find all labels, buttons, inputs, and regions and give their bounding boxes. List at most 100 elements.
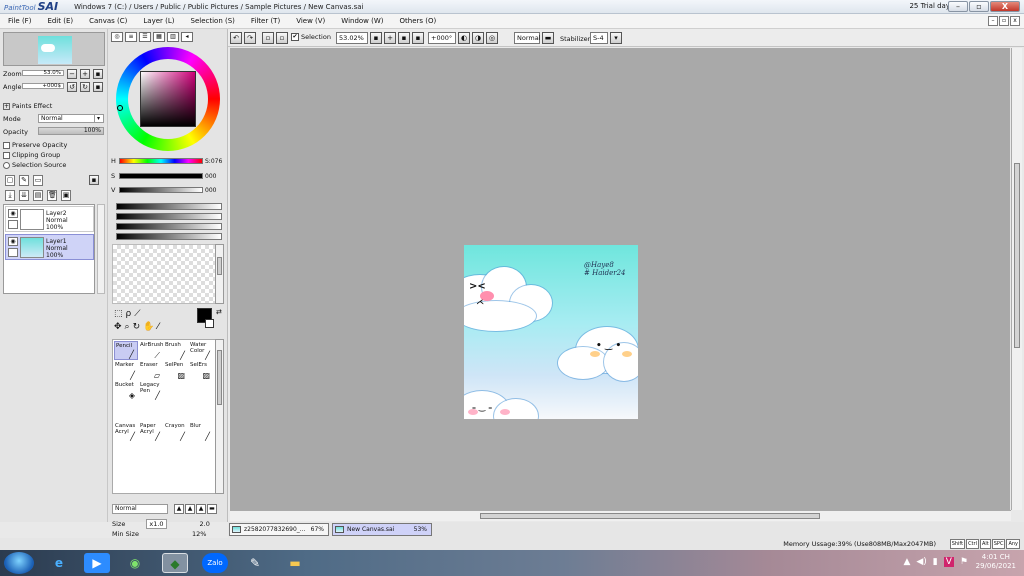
- tool-crayon[interactable]: Crayon ╱: [164, 422, 188, 441]
- canvas-area[interactable]: >< ⋌ • ‿ • – ‿ – @Haye8 # Haider24: [230, 48, 1010, 510]
- rect-select-icon[interactable]: ⬚: [114, 309, 123, 319]
- selection-source-radio[interactable]: Selection Source: [3, 161, 66, 169]
- angle-field[interactable]: +000°: [428, 32, 456, 44]
- rotate-left-button[interactable]: ↺: [67, 82, 77, 92]
- tool-legacy-pen[interactable]: Legacy Pen ╱: [139, 381, 163, 400]
- value-slider[interactable]: [119, 187, 203, 193]
- network-icon[interactable]: ▮: [933, 557, 938, 567]
- zoom-app-icon[interactable]: ▶: [84, 553, 110, 573]
- painttool-sai-taskbar-icon[interactable]: ◆: [162, 553, 188, 573]
- transfer-down-icon[interactable]: ⤓: [5, 190, 15, 201]
- tool-marker[interactable]: Marker ╱: [114, 361, 138, 380]
- hsv-slider-tab-icon[interactable]: ☰: [139, 32, 151, 42]
- doc-tab-new-canvas[interactable]: New Canvas.sai 53%: [332, 523, 432, 536]
- move-icon[interactable]: ✥: [114, 322, 122, 332]
- menu-window[interactable]: Window (W): [333, 17, 391, 25]
- layer-lock-icon[interactable]: [8, 220, 18, 229]
- brush-shape-4-icon[interactable]: ▬: [207, 504, 217, 514]
- menu-file[interactable]: File (F): [0, 17, 39, 25]
- tool-eraser[interactable]: Eraser ▱: [139, 361, 163, 380]
- layer-mode-select[interactable]: Normal ▾: [38, 114, 104, 123]
- mdi-restore-button[interactable]: ▫: [999, 16, 1009, 26]
- hue-knob[interactable]: [117, 105, 123, 111]
- swatches-tab-icon[interactable]: ▦: [153, 32, 165, 42]
- angle-reset-button[interactable]: ▪: [93, 82, 103, 92]
- redo-icon[interactable]: ↷: [244, 32, 256, 44]
- tool-brush[interactable]: Brush ╱: [164, 341, 188, 360]
- scrollbar-thumb[interactable]: [217, 257, 222, 275]
- angle-slider[interactable]: +000$: [22, 83, 64, 89]
- brush-size-multiplier[interactable]: x1.0: [146, 519, 167, 529]
- internet-explorer-icon[interactable]: e: [46, 553, 72, 573]
- color-wheel[interactable]: [116, 47, 220, 151]
- hand-icon[interactable]: ✋: [143, 322, 154, 332]
- preserve-opacity-checkbox[interactable]: Preserve Opacity: [3, 141, 67, 149]
- tool-selers[interactable]: SelErs ▨: [189, 361, 213, 380]
- zoom-in-button[interactable]: +: [80, 69, 90, 79]
- new-folder-icon[interactable]: ▭: [33, 175, 43, 186]
- volume-icon[interactable]: ◀): [916, 557, 926, 567]
- menu-others[interactable]: Others (O): [392, 17, 445, 25]
- scratch-pad-scrollbar[interactable]: [215, 244, 224, 304]
- lasso-icon[interactable]: ρ: [126, 309, 132, 319]
- coccoc-browser-icon[interactable]: ◉: [122, 553, 148, 573]
- flip-horizontal-button[interactable]: ▬: [542, 32, 554, 44]
- zoom-out-button[interactable]: −: [67, 69, 77, 79]
- taskbar-clock[interactable]: 4:01 CH 29/06/2021: [976, 553, 1016, 571]
- magic-wand-icon[interactable]: ⟋: [134, 309, 140, 319]
- color-wheel-tab-icon[interactable]: ◎: [111, 32, 123, 42]
- delete-layer-icon[interactable]: 🗑: [47, 190, 57, 201]
- tool-blur[interactable]: Blur ╱: [189, 422, 213, 441]
- maximize-button[interactable]: ▫: [969, 1, 989, 12]
- rotate-right-button[interactable]: ↻: [80, 82, 90, 92]
- view-mode-field[interactable]: Normal: [514, 32, 541, 44]
- layer-menu-button[interactable]: ▪: [89, 175, 99, 185]
- scrollbar-thumb[interactable]: [217, 350, 222, 405]
- visibility-eye-icon[interactable]: ◉: [8, 209, 18, 218]
- selection-toggle[interactable]: ✔ Selection: [291, 33, 331, 41]
- deselect-icon[interactable]: ▫: [262, 32, 274, 44]
- navigator-thumbnail[interactable]: [3, 32, 105, 66]
- vpn-icon[interactable]: V: [943, 557, 954, 567]
- rotate-ccw-button[interactable]: ◐: [458, 32, 470, 44]
- invert-selection-icon[interactable]: ▫: [276, 32, 288, 44]
- brush-shape-1-icon[interactable]: ▲: [174, 504, 184, 514]
- minimize-button[interactable]: –: [948, 1, 968, 12]
- menu-view[interactable]: View (V): [288, 17, 333, 25]
- rgb-slider-tab-icon[interactable]: ≡: [125, 32, 137, 42]
- brush-blend-select[interactable]: Normal: [112, 504, 168, 514]
- menu-layer[interactable]: Layer (L): [135, 17, 182, 25]
- merge-down-icon[interactable]: ⇊: [19, 190, 29, 201]
- artwork-canvas[interactable]: >< ⋌ • ‿ • – ‿ – @Haye8 # Haider24: [464, 245, 638, 419]
- hue-slider[interactable]: [119, 158, 203, 164]
- tool-pencil[interactable]: Pencil ╱: [114, 341, 138, 360]
- scrollbar-thumb[interactable]: [480, 513, 820, 519]
- layer-item-layer1[interactable]: ◉ Layer1 Normal 100%: [5, 234, 94, 260]
- visibility-eye-icon[interactable]: ◉: [8, 237, 18, 246]
- mixer-gradient-4[interactable]: [116, 233, 222, 240]
- file-explorer-icon[interactable]: ▬: [282, 553, 308, 573]
- mdi-minimize-button[interactable]: –: [988, 16, 998, 26]
- menu-selection[interactable]: Selection (S): [183, 17, 243, 25]
- brush-shape-3-icon[interactable]: ▲: [196, 504, 206, 514]
- color-panel-menu-icon[interactable]: ◂: [181, 32, 193, 42]
- tool-grid-scrollbar[interactable]: [215, 339, 224, 494]
- tool-airbrush[interactable]: AirBrush ⟋: [139, 341, 163, 360]
- opacity-slider[interactable]: 100%: [38, 127, 104, 135]
- tool-watercolor[interactable]: Water Color ╱: [189, 341, 213, 360]
- eyedropper-icon[interactable]: ⁄: [157, 322, 159, 332]
- mdi-close-button[interactable]: x: [1010, 16, 1020, 26]
- apply-mask-icon[interactable]: ▣: [61, 190, 71, 201]
- rotate-cw-button[interactable]: ◑: [472, 32, 484, 44]
- flag-icon[interactable]: ⚑: [960, 557, 968, 567]
- paints-effect-header[interactable]: + Paints Effect: [3, 102, 52, 110]
- menu-canvas[interactable]: Canvas (C): [81, 17, 135, 25]
- stabilizer-dropdown-icon[interactable]: ▾: [610, 32, 622, 44]
- zoom-reset-button[interactable]: ▪: [93, 69, 103, 79]
- brush-shape-2-icon[interactable]: ▲: [185, 504, 195, 514]
- canvas-horizontal-scrollbar[interactable]: [230, 510, 1011, 521]
- tray-arrow-icon[interactable]: ▲: [903, 557, 910, 567]
- mixer-gradient-3[interactable]: [116, 223, 222, 230]
- new-linework-layer-icon[interactable]: ✎: [19, 175, 29, 186]
- canvas-vertical-scrollbar[interactable]: [1011, 48, 1022, 510]
